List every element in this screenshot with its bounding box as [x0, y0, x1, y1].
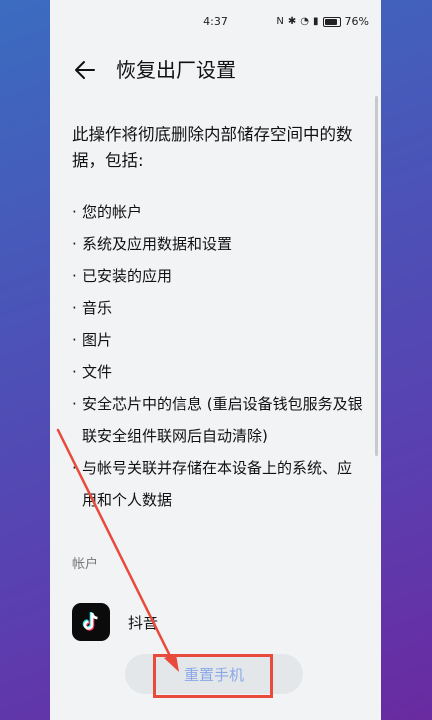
account-app-name: 抖音	[128, 613, 159, 632]
battery-percent: 76%	[344, 15, 369, 28]
list-item: · 文件	[72, 363, 113, 381]
page-title: 恢复出厂设置	[116, 58, 236, 82]
settings-screen: 4:37 N ✱ ◔ ▮ 76% 恢复出厂设置 此操作将彻底删除内部储存空间中的…	[50, 0, 381, 720]
description-text: 此操作将彻底删除内部储存空间中的数据，包括:	[72, 125, 353, 170]
status-icons: N ✱ ◔ ▮ 76%	[276, 15, 369, 28]
list-item: · 音乐	[72, 299, 113, 317]
header: 恢复出厂设置	[50, 50, 381, 90]
status-bar: 4:37 N ✱ ◔ ▮ 76%	[50, 0, 381, 44]
list-item: · 与帐号关联并存储在本设备上的系统、应用和个人数据	[72, 459, 353, 509]
deleted-items-list: · 您的帐户 · 系统及应用数据和设置 · 已安装的应用 · 音乐 · 图片 · 文件 · 安…	[72, 196, 364, 516]
scrollbar[interactable]	[375, 96, 378, 456]
signal-icon: ▮	[313, 16, 319, 27]
list-item: · 系统及应用数据和设置	[72, 235, 233, 253]
list-item: · 您的帐户	[72, 203, 143, 221]
bluetooth-icon: ✱	[287, 16, 297, 27]
list-item: · 已安装的应用	[72, 267, 173, 285]
reset-phone-button[interactable]: 重置手机	[125, 654, 303, 694]
wifi-icon: ◔	[300, 16, 310, 27]
account-row: 抖音	[72, 600, 158, 644]
tiktok-icon	[72, 603, 110, 641]
battery-icon	[322, 16, 341, 27]
list-item: · 安全芯片中的信息 (重启设备钱包服务及银联安全组件联网后自动清除)	[72, 395, 363, 445]
nfc-icon: N	[276, 16, 284, 27]
accounts-section-label: 帐户	[72, 557, 99, 572]
back-arrow-icon[interactable]	[72, 56, 100, 84]
list-item: · 图片	[72, 331, 113, 349]
